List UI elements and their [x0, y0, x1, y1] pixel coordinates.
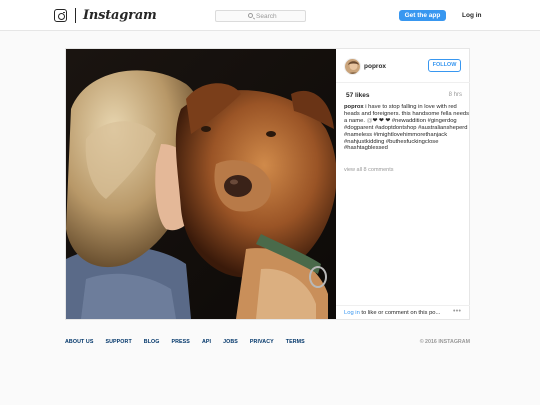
log-in-link[interactable]: Log in — [462, 11, 482, 20]
likes-count[interactable]: 57 likes — [346, 91, 370, 100]
caption-hearts: ❤ ❤ ❤ — [372, 117, 391, 124]
post-username[interactable]: poprox — [364, 62, 386, 71]
avatar[interactable] — [344, 58, 361, 75]
footer-link-api[interactable]: API — [202, 338, 211, 346]
footer-link-jobs[interactable]: JOBS — [223, 338, 238, 346]
top-nav: Instagram Search Get the app Log in — [0, 0, 540, 31]
post-caption: poprox i have to stop falling in love wi… — [344, 104, 470, 152]
instagram-wordmark[interactable]: Instagram — [83, 8, 157, 23]
view-all-comments-link[interactable]: view all 8 comments — [344, 166, 394, 174]
post-photo[interactable] — [66, 49, 336, 319]
post-photo-image — [66, 49, 336, 319]
footer: ABOUT US SUPPORT BLOG PRESS API JOBS PRI… — [65, 338, 470, 348]
search-placeholder: Search — [256, 13, 277, 20]
comment-login-link[interactable]: Log in — [344, 310, 360, 316]
copyright: © 2016 INSTAGRAM — [419, 339, 470, 345]
caption-username[interactable]: poprox — [344, 104, 364, 110]
avatar-image — [345, 59, 360, 74]
instagram-camera-icon[interactable] — [54, 9, 67, 22]
footer-link-terms[interactable]: TERMS — [286, 338, 305, 346]
post-header: poprox FOLLOW — [336, 49, 470, 83]
logo-divider — [75, 8, 76, 23]
post-sidebar: poprox FOLLOW 57 likes 8 hrs poprox i ha… — [336, 49, 470, 319]
search-input[interactable]: Search — [215, 10, 306, 22]
footer-link-privacy[interactable]: PRIVACY — [250, 338, 274, 346]
follow-button[interactable]: FOLLOW — [428, 59, 461, 72]
footer-link-about-us[interactable]: ABOUT US — [65, 338, 93, 346]
post-card: poprox FOLLOW 57 likes 8 hrs poprox i ha… — [65, 48, 470, 320]
footer-link-support[interactable]: SUPPORT — [105, 338, 131, 346]
comment-prompt: Log in to like or comment on this po... — [344, 309, 440, 317]
more-options-icon[interactable]: ••• — [453, 307, 461, 316]
footer-link-press[interactable]: PRESS — [171, 338, 189, 346]
divider — [336, 305, 470, 306]
footer-link-blog[interactable]: BLOG — [144, 338, 160, 346]
footer-links: ABOUT US SUPPORT BLOG PRESS API JOBS PRI… — [65, 338, 305, 346]
search-icon — [248, 13, 253, 18]
post-timestamp[interactable]: 8 hrs — [449, 91, 462, 100]
get-the-app-button[interactable]: Get the app — [399, 10, 446, 21]
comment-prompt-text: to like or comment on this po... — [359, 310, 441, 316]
